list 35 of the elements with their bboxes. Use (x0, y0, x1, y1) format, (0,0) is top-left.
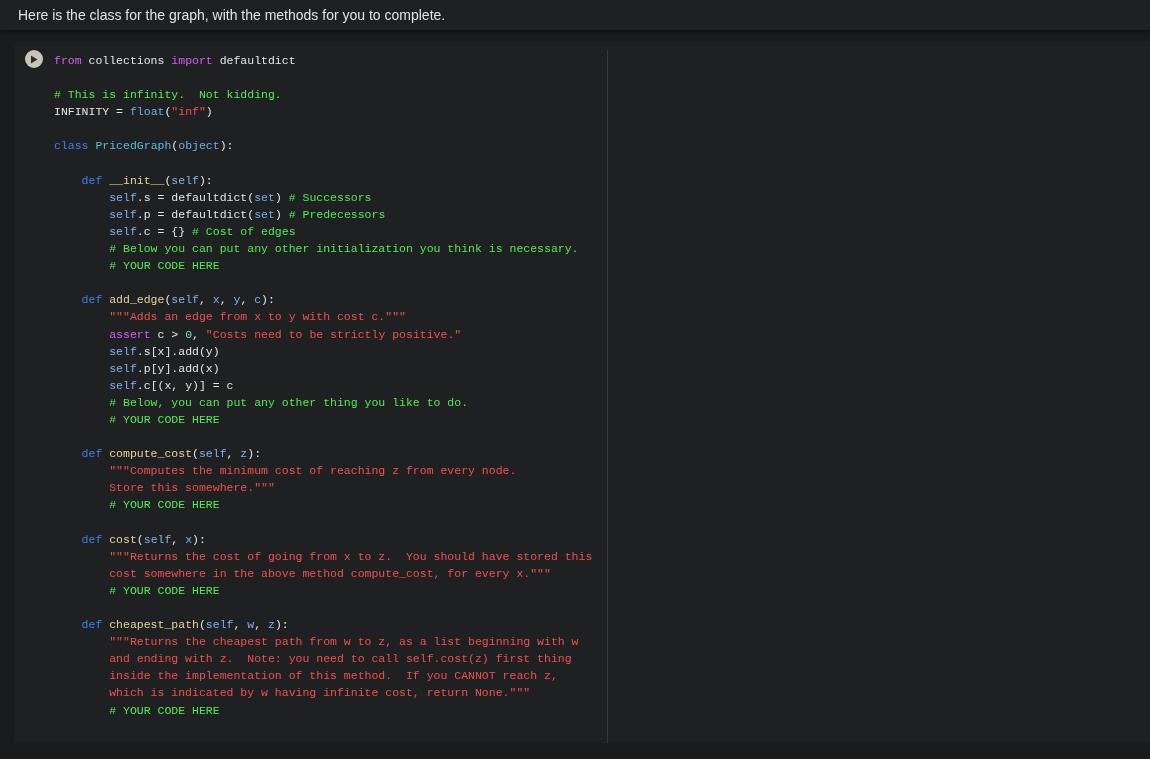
code-line: """Returns the cheapest path from w to z, as a list beginning with w (108, 634, 579, 651)
code-line: def cost(self, x): (80, 531, 206, 548)
code-line: # This is infinity. Not kidding. (54, 87, 282, 104)
code-line: """Computes the minimum cost of reaching z from every node. (108, 463, 517, 480)
code-line: class PricedGraph(object): (54, 138, 234, 155)
code-line: self.c[(x, y)] = c (108, 377, 234, 394)
code-line: # YOUR CODE HERE (108, 702, 220, 719)
code-line: INFINITY = float("inf") (54, 104, 213, 121)
code-line: self.p[y].add(x) (108, 360, 220, 377)
code-line: # Below you can put any other initialization you think is necessary. (108, 241, 579, 258)
code-line: and ending with z. Note: you need to call self.cost(z) first thing (108, 651, 572, 668)
code-line: # YOUR CODE HERE (108, 411, 220, 428)
code-line: def __init__(self): (80, 172, 213, 189)
code-line: which is indicated by w having infinite cost, return None.""" (108, 685, 531, 702)
code-line: assert c > 0, "Costs need to be strictly positive." (108, 326, 462, 343)
code-line: def add_edge(self, x, y, c): (80, 292, 275, 309)
code-line: self.s[x].add(y) (108, 343, 220, 360)
code-line: cost somewhere in the above method compute_cost, for every x.""" (108, 565, 551, 582)
code-line: Store this somewhere.""" (108, 480, 275, 497)
code-line: def compute_cost(self, z): (80, 446, 262, 463)
code-line: from collections import defaultdict (54, 53, 296, 69)
run-button[interactable] (25, 50, 43, 68)
code-line: # YOUR CODE HERE (108, 258, 220, 275)
code-line: self.s = defaultdict(set) # Successors (108, 189, 372, 206)
play-icon (30, 54, 38, 64)
code-line: """Adds an edge from x to y with cost c.""" (108, 309, 406, 326)
code-line: """Returns the cost of going from x to z. You should have stored this (108, 548, 593, 565)
code-line: inside the implementation of this method. If you CANNOT reach z, (108, 668, 558, 685)
code-line: self.c = {} # Cost of edges (108, 223, 296, 240)
code-line: # YOUR CODE HERE (108, 497, 220, 514)
code-line: # Below, you can put any other thing you like to do. (108, 394, 469, 411)
code-line: self.p = defaultdict(set) # Predecessors (108, 206, 386, 223)
code-line: def cheapest_path(self, w, z): (80, 617, 289, 634)
markdown-text: Here is the class for the graph, with the methods for you to complete. (18, 7, 446, 23)
code-line: # YOUR CODE HERE (108, 582, 220, 599)
